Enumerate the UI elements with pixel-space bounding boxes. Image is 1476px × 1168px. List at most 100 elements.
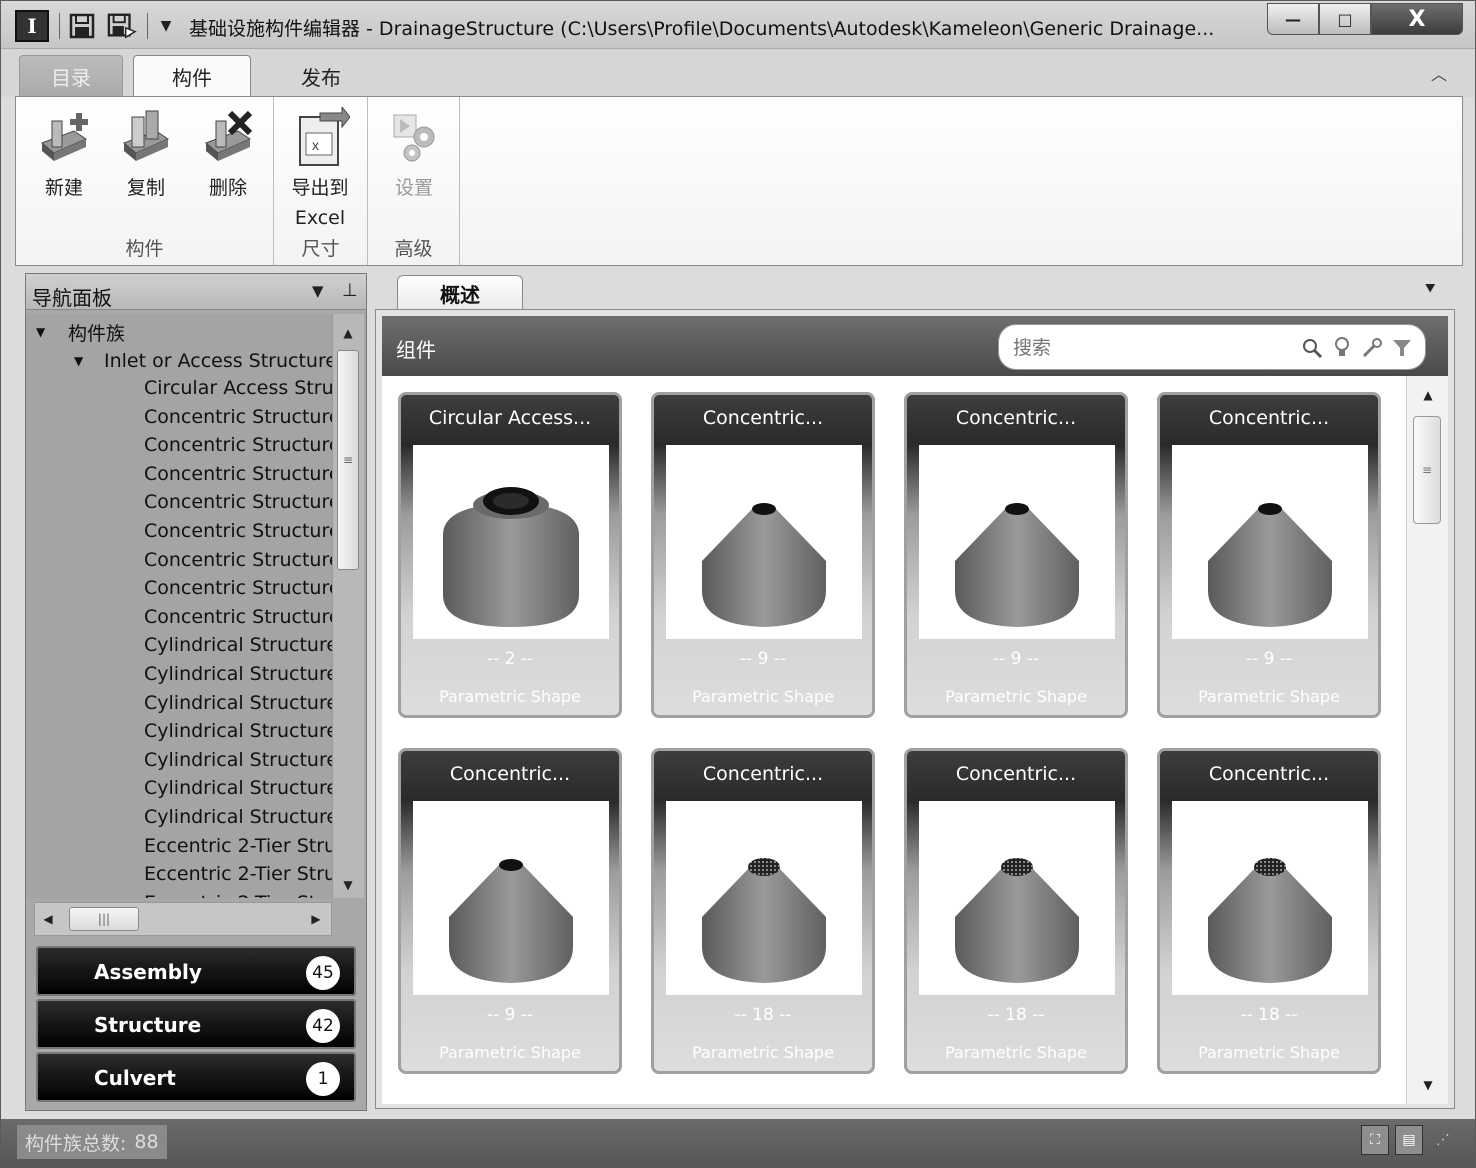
tree-leaf-item[interactable]: Cylindrical Structure: [144, 803, 332, 831]
category-assembly[interactable]: Assembly 45: [36, 946, 356, 996]
delete-button[interactable]: 删除: [190, 107, 266, 203]
tree-leaf-item[interactable]: Concentric Structure: [144, 431, 332, 459]
scroll-down-icon[interactable]: ▼: [333, 874, 363, 896]
layout-icon[interactable]: ▤: [1395, 1125, 1423, 1155]
search-icon[interactable]: [1299, 335, 1325, 361]
component-card[interactable]: Concentric... -- 18 -- Parametric Shape: [904, 748, 1128, 1074]
tree-leaf-item[interactable]: Concentric Structure: [144, 488, 332, 516]
export-excel-button[interactable]: x 导出到 Excel: [282, 105, 358, 233]
structure-shape-icon: [666, 503, 862, 643]
tree-leaf-item[interactable]: Concentric Structure: [144, 403, 332, 431]
component-tree: ▼ 构件族 ▼ Inlet or Access Structure Circul…: [26, 314, 332, 898]
copy-button[interactable]: 复制: [108, 107, 184, 203]
component-card[interactable]: Concentric... -- 18 -- Parametric Shape: [651, 748, 875, 1074]
tree-leaf-item[interactable]: Eccentric 2-Tier Stru: [144, 889, 332, 898]
tab-overview[interactable]: 概述: [397, 275, 523, 311]
search-input[interactable]: [1013, 335, 1293, 361]
card-count: -- 2 --: [486, 649, 534, 669]
scroll-thumb[interactable]: ≡: [337, 350, 359, 570]
tree-leaf-item[interactable]: Cylindrical Structure: [144, 660, 332, 688]
svg-text:x: x: [312, 137, 319, 153]
chevron-down-icon[interactable]: ⯆: [1423, 279, 1437, 300]
chevron-up-icon[interactable]: ︿: [1425, 63, 1453, 84]
tree-leaf-item[interactable]: Concentric Structure: [144, 603, 332, 631]
category-culvert[interactable]: Culvert 1: [36, 1052, 356, 1102]
status-value: 88: [134, 1131, 159, 1153]
tree-leaf-item[interactable]: Concentric Structure: [144, 517, 332, 545]
tree-leaf-item[interactable]: Eccentric 2-Tier Stru: [144, 860, 332, 888]
expand-arrow-icon[interactable]: ▼: [36, 325, 56, 339]
card-title: Concentric...: [702, 763, 824, 785]
save-icon[interactable]: [67, 11, 97, 41]
tree-leaf-item[interactable]: Cylindrical Structure: [144, 746, 332, 774]
fullscreen-icon[interactable]: ⛶: [1361, 1125, 1389, 1155]
close-button[interactable]: X: [1371, 3, 1463, 35]
tree-node-inlet[interactable]: ▼ Inlet or Access Structure: [74, 347, 332, 375]
tree-leaf-item[interactable]: Eccentric 2-Tier Stru: [144, 832, 332, 860]
card-thumbnail: [413, 445, 609, 639]
tab-catalog[interactable]: 目录: [19, 55, 123, 97]
pin-icon[interactable]: ⊥: [342, 280, 358, 301]
save-as-icon[interactable]: [107, 11, 137, 41]
tree-leaf-item[interactable]: Concentric Structure: [144, 574, 332, 602]
scroll-thumb[interactable]: |||: [69, 907, 139, 931]
component-card[interactable]: Concentric... -- 18 -- Parametric Shape: [1157, 748, 1381, 1074]
tree-leaf-item[interactable]: Concentric Structure: [144, 460, 332, 488]
structure-shape-icon: [1172, 858, 1368, 999]
maximize-button[interactable]: □: [1319, 3, 1371, 35]
toolbar-separator: [147, 13, 148, 39]
status-bar: 构件族总数: 88 ⛶ ▤ ⋰: [1, 1119, 1475, 1167]
scroll-up-icon[interactable]: ▲: [333, 322, 363, 344]
customize-dropdown-icon[interactable]: ▼: [151, 11, 181, 41]
tab-publish[interactable]: 发布: [271, 55, 371, 97]
toolbar-separator: [59, 13, 60, 39]
category-structure[interactable]: Structure 42: [36, 999, 356, 1049]
excel-export-icon: x: [290, 105, 351, 169]
ribbon-group-components: 新建 复制 删除 构件: [16, 97, 274, 265]
tree-leaf-item[interactable]: Concentric Structure: [144, 546, 332, 574]
settings-button[interactable]: 设置: [376, 107, 452, 203]
expand-arrow-icon[interactable]: ▼: [74, 354, 94, 368]
wrench-icon[interactable]: [1359, 335, 1385, 361]
navigation-panel: 导航面板 ▼ ⊥ ▼ 构件族 ▼ Inlet or Access Structu…: [25, 273, 367, 1111]
ribbon-group-label: 高级: [394, 238, 433, 260]
scroll-thumb[interactable]: ≡: [1413, 416, 1441, 524]
content-tab-bar: 概述 ⯆: [375, 273, 1463, 311]
scroll-left-icon[interactable]: ◀: [37, 908, 59, 930]
ribbon-tab-bar: 目录 构件 发布 ︿: [1, 49, 1475, 97]
tree-leaf-item[interactable]: Cylindrical Structure: [144, 631, 332, 659]
component-card[interactable]: Concentric... -- 9 -- Parametric Shape: [651, 392, 875, 718]
nav-panel-header: 导航面板 ▼ ⊥: [26, 274, 366, 310]
structure-shape-icon: [666, 858, 862, 999]
grid-vertical-scrollbar[interactable]: ▲ ≡ ▼: [1406, 376, 1448, 1104]
lightbulb-icon[interactable]: [1329, 335, 1355, 361]
settings-icon: [384, 107, 444, 169]
structure-shape-icon: [413, 487, 609, 643]
tree-leaf-item[interactable]: Circular Access Stru: [144, 374, 332, 402]
chevron-down-icon[interactable]: ▼: [312, 282, 324, 300]
tree-leaf-item[interactable]: Cylindrical Structure: [144, 717, 332, 745]
component-card[interactable]: Concentric... -- 9 -- Parametric Shape: [904, 392, 1128, 718]
nav-horizontal-scrollbar[interactable]: ◀ ||| ▶: [34, 902, 332, 936]
new-button[interactable]: 新建: [26, 107, 102, 203]
scroll-right-icon[interactable]: ▶: [305, 908, 327, 930]
nav-vertical-scrollbar[interactable]: ▲ ≡ ▼: [332, 314, 364, 898]
scroll-down-icon[interactable]: ▼: [1413, 1074, 1443, 1096]
tab-components[interactable]: 构件: [133, 55, 251, 97]
scroll-up-icon[interactable]: ▲: [1413, 384, 1443, 406]
copy-component-icon: [116, 107, 176, 169]
resize-grip-icon[interactable]: ⋰: [1429, 1125, 1457, 1155]
ribbon-panel: 新建 复制 删除 构件 x 导出到 Excel 尺寸 设置 高级: [15, 96, 1463, 266]
component-card[interactable]: Circular Access... -- 2 -- Parametric Shap…: [398, 392, 622, 718]
delete-label: 删除: [208, 177, 247, 199]
tree-leaf-item[interactable]: Cylindrical Structure: [144, 774, 332, 802]
app-icon[interactable]: I: [15, 10, 49, 42]
tree-leaf-item[interactable]: Cylindrical Structure: [144, 689, 332, 717]
tree-root[interactable]: ▼ 构件族: [36, 318, 125, 346]
minimize-button[interactable]: —: [1267, 3, 1319, 35]
filter-icon[interactable]: [1389, 335, 1415, 361]
structure-shape-icon: [919, 858, 1115, 999]
component-card[interactable]: Concentric... -- 9 -- Parametric Shape: [398, 748, 622, 1074]
count-badge: 42: [306, 1009, 340, 1043]
component-card[interactable]: Concentric... -- 9 -- Parametric Shape: [1157, 392, 1381, 718]
